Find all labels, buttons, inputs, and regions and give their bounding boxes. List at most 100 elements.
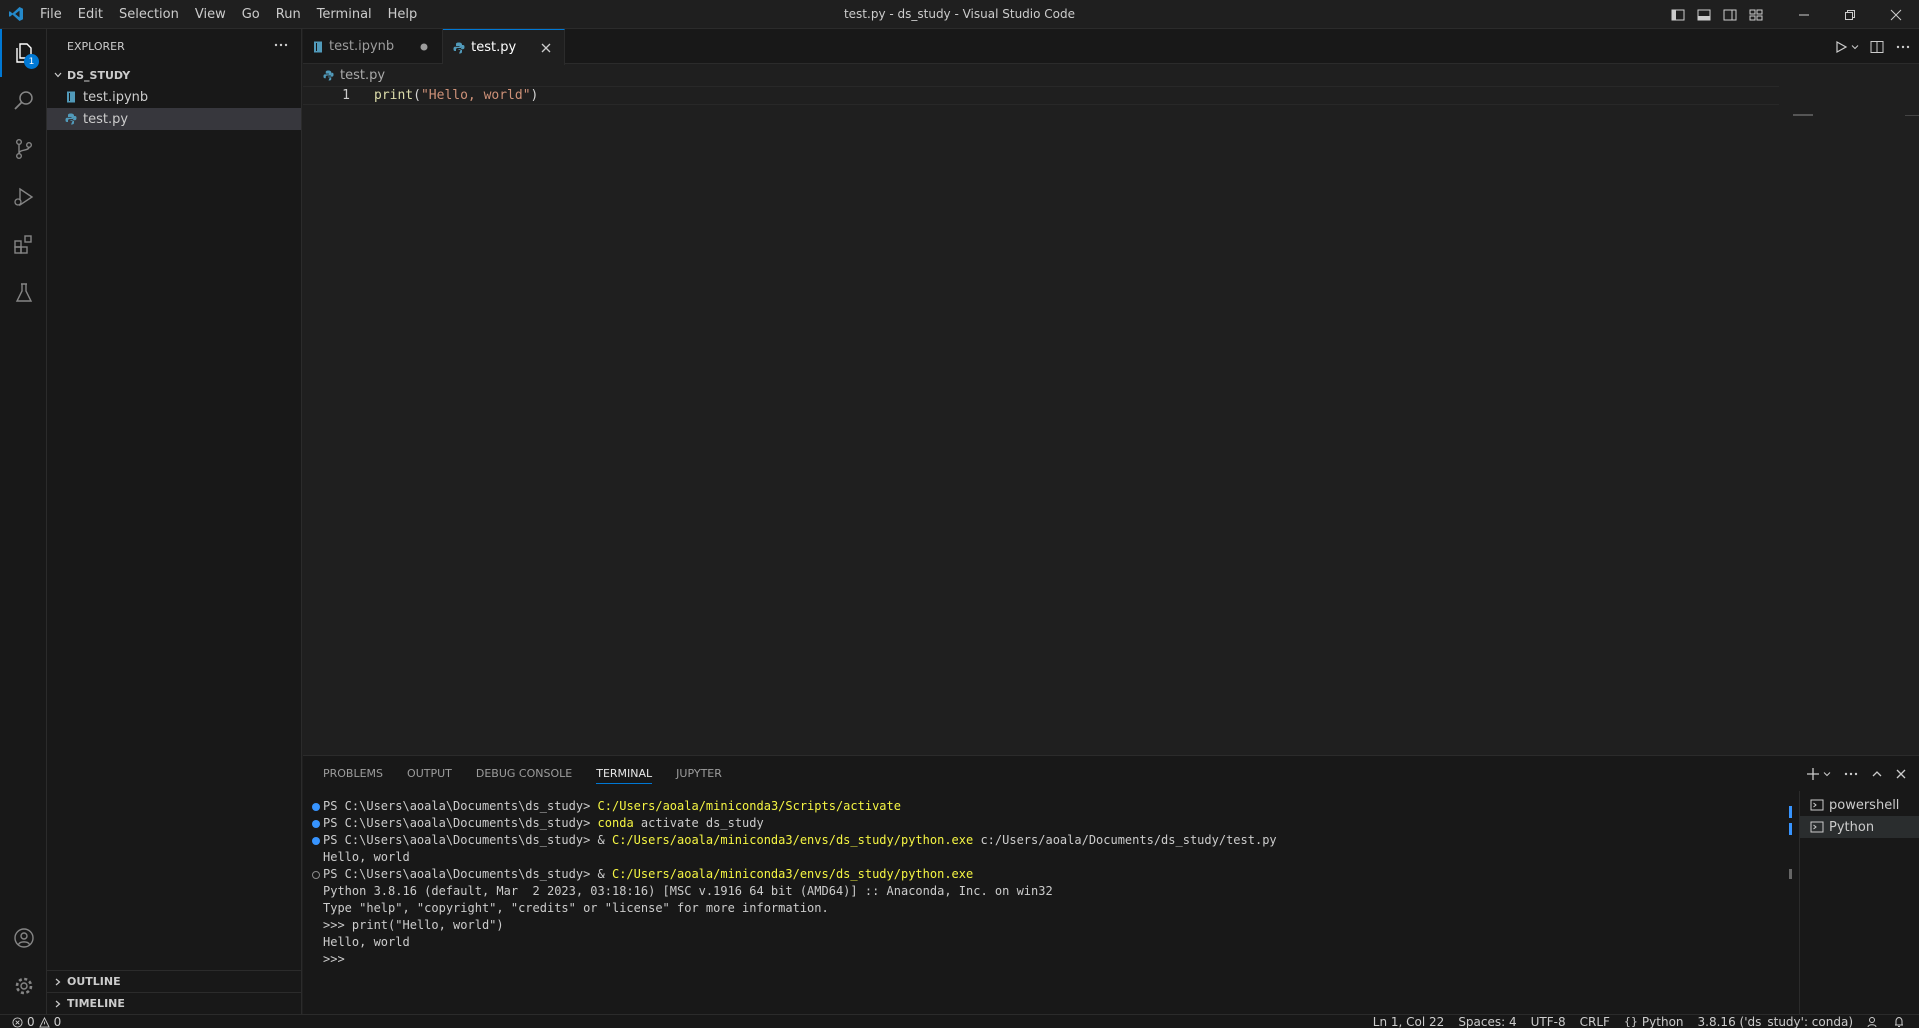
terminal-tab-label: powershell (1829, 797, 1900, 813)
tab-output[interactable]: OUTPUT (407, 767, 452, 780)
code-token-paren-close: ) (530, 88, 539, 103)
timeline-label: TIMELINE (67, 997, 125, 1010)
python-file-icon (453, 42, 465, 54)
breadcrumb-file: test.py (340, 67, 386, 83)
line-number: 1 (342, 88, 350, 103)
command-running-dot-icon[interactable] (312, 870, 320, 879)
more-actions-icon[interactable] (273, 37, 289, 56)
error-count: 0 (27, 1015, 35, 1028)
terminal-command: C:/Users/aoala/miniconda3/envs/ds_study/… (611, 833, 974, 847)
feedback-icon[interactable] (1867, 1016, 1879, 1028)
terminal-prompt: PS C:\Users\aoala\Documents\ds_study> & (323, 833, 612, 847)
terminal-line: PS C:\Users\aoala\Documents\ds_study> C:… (312, 798, 1787, 815)
status-bar: 0 0 Ln 1, Col 22 Spaces: 4 UTF-8 CRLF {}… (0, 1014, 1919, 1028)
language-label: Python (1641, 1015, 1684, 1028)
encoding[interactable]: UTF-8 (1531, 1015, 1566, 1028)
customize-layout-icon[interactable] (1743, 0, 1769, 29)
run-debug-icon[interactable] (0, 173, 47, 221)
bottom-panel: PROBLEMS OUTPUT DEBUG CONSOLE TERMINAL J… (303, 755, 1919, 1015)
menu-go[interactable]: Go (234, 0, 268, 29)
minimize-icon[interactable] (1781, 0, 1827, 29)
tab-terminal[interactable]: TERMINAL (596, 767, 653, 784)
terminal-tab-powershell[interactable]: powershell (1800, 794, 1919, 816)
code-line[interactable]: 1 print("Hello, world") (303, 86, 1779, 105)
account-icon[interactable] (0, 914, 47, 962)
terminal-line: >>> print("Hello, world") (323, 918, 504, 932)
folder-section-ds-study[interactable]: DS_STUDY (47, 64, 301, 86)
menu-terminal[interactable]: Terminal (309, 0, 380, 29)
maximize-panel-icon[interactable] (1871, 768, 1883, 780)
indentation[interactable]: Spaces: 4 (1458, 1015, 1516, 1028)
close-window-icon[interactable] (1873, 0, 1919, 29)
run-python-file-icon[interactable] (1834, 40, 1859, 54)
end-of-line[interactable]: CRLF (1580, 1015, 1610, 1028)
menu-file[interactable]: File (32, 0, 70, 29)
outline-section[interactable]: OUTLINE (47, 970, 302, 992)
close-tab-icon[interactable] (538, 43, 554, 53)
file-item-test-ipynb[interactable]: test.ipynb (47, 86, 301, 108)
terminal-line: PS C:\Users\aoala\Documents\ds_study> co… (312, 815, 1787, 832)
settings-gear-icon[interactable] (0, 962, 47, 1010)
file-item-test-py[interactable]: test.py (47, 108, 301, 130)
unsaved-dot-icon[interactable] (416, 43, 432, 51)
problems-status[interactable]: 0 0 (12, 1015, 61, 1028)
editor-scrollbar[interactable] (1905, 115, 1919, 116)
python-file-icon (323, 69, 334, 81)
code-token-function: print (374, 88, 414, 103)
tab-jupyter[interactable]: JUPYTER (676, 767, 722, 780)
vscode-logo-icon (0, 0, 32, 29)
tab-test-ipynb[interactable]: test.ipynb (303, 29, 444, 64)
menu-help[interactable]: Help (380, 0, 426, 29)
terminal-args: c:/Users/aoala/Documents/ds_study/test.p… (973, 833, 1277, 847)
terminal-command: conda (597, 816, 634, 830)
tab-debug-console[interactable]: DEBUG CONSOLE (476, 767, 572, 780)
breadcrumb[interactable]: test.py (303, 64, 1919, 86)
braces-icon: {} (1623, 1015, 1638, 1028)
menu-edit[interactable]: Edit (70, 0, 111, 29)
terminal-icon (1810, 820, 1824, 834)
search-icon[interactable] (0, 77, 47, 125)
menu-view[interactable]: View (187, 0, 234, 29)
close-panel-icon[interactable] (1895, 768, 1907, 780)
tab-problems[interactable]: PROBLEMS (323, 767, 383, 780)
timeline-section[interactable]: TIMELINE (47, 992, 302, 1014)
command-success-dot-icon[interactable] (312, 819, 320, 828)
tab-test-py[interactable]: test.py (443, 29, 566, 65)
toggle-primary-sidebar-icon[interactable] (1665, 0, 1691, 29)
chevron-down-icon (53, 70, 63, 80)
extensions-icon[interactable] (0, 221, 47, 269)
minimap[interactable] (1793, 114, 1813, 116)
panel-tabs: PROBLEMS OUTPUT DEBUG CONSOLE TERMINAL J… (303, 756, 1919, 791)
terminal-tab-python[interactable]: Python (1800, 816, 1919, 838)
outline-label: OUTLINE (67, 975, 121, 988)
cursor-position[interactable]: Ln 1, Col 22 (1373, 1015, 1445, 1028)
menu-run[interactable]: Run (268, 0, 309, 29)
notebook-file-icon (63, 91, 79, 103)
toggle-secondary-sidebar-icon[interactable] (1717, 0, 1743, 29)
chevron-right-icon (53, 999, 63, 1009)
notifications-bell-icon[interactable] (1893, 1016, 1905, 1028)
title-bar: File Edit Selection View Go Run Terminal… (0, 0, 1919, 29)
explorer-icon[interactable]: 1 (0, 29, 47, 77)
split-editor-icon[interactable] (1869, 39, 1885, 55)
terminal-output[interactable]: PS C:\Users\aoala\Documents\ds_study> C:… (303, 798, 1787, 968)
explorer-badge: 1 (24, 54, 39, 69)
editor-more-actions-icon[interactable] (1895, 39, 1911, 55)
command-success-dot-icon[interactable] (312, 836, 320, 845)
explorer-sidebar: EXPLORER DS_STUDY test.ipynb test.py OUT… (47, 29, 302, 1014)
new-terminal-icon[interactable] (1806, 767, 1831, 781)
command-success-dot-icon[interactable] (312, 802, 320, 811)
menu-selection[interactable]: Selection (111, 0, 187, 29)
python-file-icon (63, 113, 79, 125)
terminal-command: C:/Users/aoala/miniconda3/envs/ds_study/… (611, 867, 974, 881)
testing-icon[interactable] (0, 269, 47, 317)
restore-icon[interactable] (1827, 0, 1873, 29)
panel-more-actions-icon[interactable] (1843, 766, 1859, 782)
terminal-line: PS C:\Users\aoala\Documents\ds_study> & … (312, 866, 1787, 883)
toggle-panel-icon[interactable] (1691, 0, 1717, 29)
editor-tabs: test.ipynb test.py (303, 29, 1919, 65)
python-interpreter[interactable]: 3.8.16 ('ds_study': conda) (1698, 1015, 1853, 1028)
source-control-icon[interactable] (0, 125, 47, 173)
language-mode[interactable]: {} Python (1624, 1015, 1684, 1028)
file-label: test.py (83, 111, 129, 127)
